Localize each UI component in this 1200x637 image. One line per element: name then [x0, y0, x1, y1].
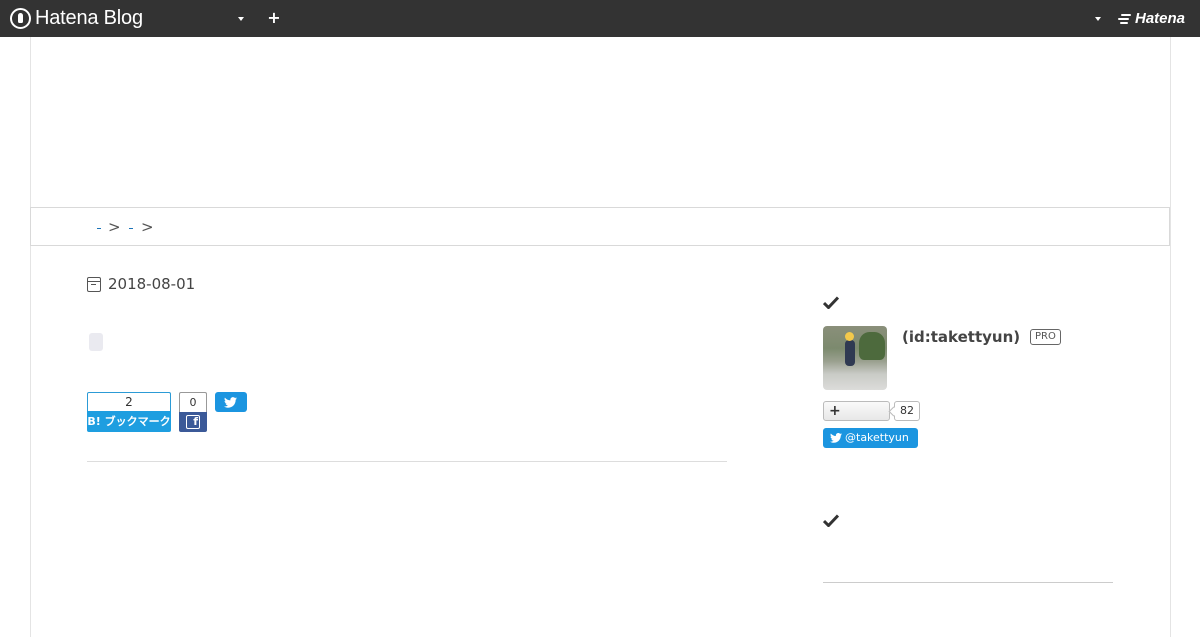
- category-tag[interactable]: [89, 333, 103, 351]
- breadcrumb-separator: >: [108, 218, 121, 236]
- breadcrumb: > >: [30, 207, 1170, 246]
- hatena-logo[interactable]: Hatena: [1118, 10, 1185, 27]
- hatena-label: Hatena: [1135, 10, 1186, 27]
- user-menu-caret-icon[interactable]: [1095, 17, 1101, 21]
- article-date: 2018-08-01: [87, 275, 195, 293]
- facebook-icon[interactable]: f: [179, 412, 207, 432]
- hatena-blog-icon: [10, 7, 31, 29]
- breadcrumb-link-category[interactable]: [129, 228, 133, 229]
- hatena-bookmark-button[interactable]: 2 B! ブックマーク: [87, 392, 171, 432]
- global-header: Hatena Blog + Hatena: [0, 0, 1200, 37]
- twitter-bird-icon: [830, 433, 842, 443]
- facebook-share-count[interactable]: 0: [179, 392, 207, 412]
- pro-badge: PRO: [1030, 329, 1061, 345]
- hatena-bookmark-count[interactable]: 2: [87, 392, 171, 411]
- profile-name[interactable]: (id:takettyun): [902, 328, 1020, 346]
- facebook-share-button[interactable]: 0 f: [179, 392, 207, 432]
- breadcrumb-link-home[interactable]: [97, 228, 101, 229]
- brand-name: Hatena Blog: [35, 6, 143, 29]
- twitter-follow-button[interactable]: @takettyun: [823, 428, 918, 448]
- subscribe-button[interactable]: +: [823, 401, 890, 421]
- twitter-bird-icon: [224, 397, 237, 408]
- blog-menu-caret-icon[interactable]: [238, 17, 244, 21]
- check-icon: [822, 512, 840, 528]
- hatena-blog-logo[interactable]: Hatena Blog: [10, 6, 143, 30]
- date-text[interactable]: 2018-08-01: [108, 275, 195, 293]
- article-divider: [87, 461, 727, 462]
- subscriber-count: 82: [894, 401, 920, 421]
- twitter-follow-label: @takettyun: [845, 431, 909, 444]
- hatena-bookmark-label[interactable]: B! ブックマーク: [87, 411, 171, 432]
- twitter-share-button[interactable]: [215, 392, 247, 412]
- avatar[interactable]: [823, 326, 887, 390]
- plus-icon: +: [829, 403, 841, 419]
- calendar-icon: [87, 276, 101, 292]
- breadcrumb-separator: >: [141, 218, 154, 236]
- check-icon: [822, 294, 840, 310]
- plus-icon[interactable]: +: [266, 9, 282, 27]
- sidebar-divider: [823, 582, 1113, 583]
- hatena-mark-icon: [1118, 12, 1132, 26]
